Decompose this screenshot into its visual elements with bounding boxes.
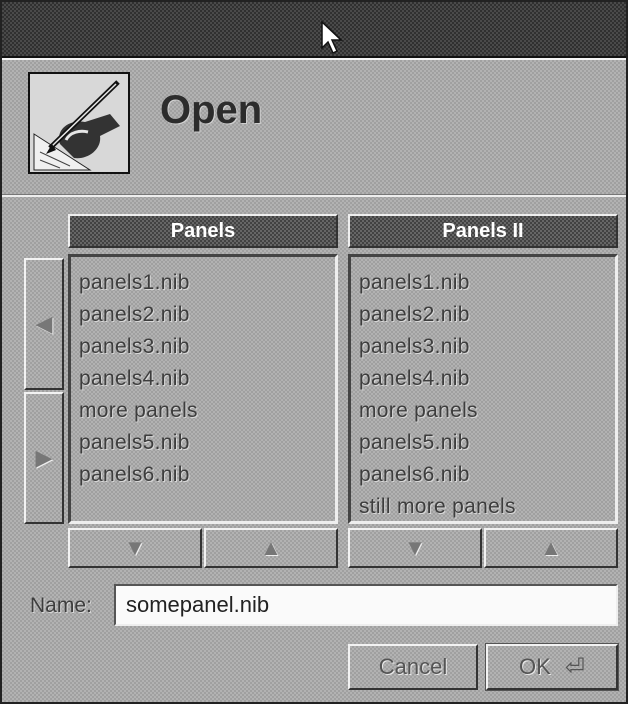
list-item[interactable]: panels4.nib [79, 363, 327, 395]
column-header-label: Panels II [442, 219, 524, 242]
right-arrow-icon: ▶ [35, 445, 53, 470]
browser-column-panels-ii[interactable]: panels1.nib panels2.nib panels3.nib pane… [348, 254, 618, 524]
list-item[interactable]: panels6.nib [79, 459, 327, 491]
left-arrow-icon: ◀ [35, 311, 53, 336]
column-header-label: Panels [170, 219, 236, 242]
scroll-right-button[interactable]: ▶ [24, 392, 64, 524]
down-arrow-icon: ▼ [404, 535, 426, 560]
list-item[interactable]: panels6.nib [359, 459, 607, 491]
ok-button[interactable]: OK ⏎ [485, 643, 619, 691]
up-arrow-icon: ▲ [540, 535, 562, 560]
up-arrow-icon: ▲ [260, 535, 282, 560]
list-item[interactable]: panels2.nib [79, 299, 327, 331]
cancel-button-label: Cancel [378, 654, 448, 679]
list-item[interactable]: more panels [359, 395, 607, 427]
browser-column-panels[interactable]: panels1.nib panels2.nib panels3.nib pane… [68, 254, 338, 524]
mouse-pointer-icon [321, 20, 343, 55]
open-dialog-window: Open ◀ ▶ Panels panels1.nib panels2.nib … [0, 0, 628, 704]
name-label: Name: [30, 594, 92, 617]
open-panel-icon [28, 72, 130, 174]
list-item[interactable]: panels3.nib [359, 331, 607, 363]
dialog-title: Open [160, 88, 263, 132]
list-item[interactable]: panels1.nib [359, 267, 607, 299]
list-item[interactable]: panels5.nib [359, 427, 607, 459]
ok-button-label: OK [519, 654, 551, 679]
scroll-left-button[interactable]: ◀ [24, 258, 64, 390]
column2-scroll-down-button[interactable]: ▼ [348, 528, 482, 568]
header-divider [2, 194, 626, 197]
name-input[interactable] [114, 584, 618, 626]
column-header-panels: Panels [68, 214, 338, 248]
column-header-panels-ii: Panels II [348, 214, 618, 248]
list-item[interactable]: panels1.nib [79, 267, 327, 299]
return-key-icon: ⏎ [564, 653, 585, 681]
list-item[interactable]: panels4.nib [359, 363, 607, 395]
list-item[interactable]: panels3.nib [79, 331, 327, 363]
column1-scroll-up-button[interactable]: ▲ [204, 528, 338, 568]
list-item[interactable]: panels5.nib [79, 427, 327, 459]
list-item[interactable]: panels2.nib [359, 299, 607, 331]
column1-scroll-down-button[interactable]: ▼ [68, 528, 202, 568]
down-arrow-icon: ▼ [124, 535, 146, 560]
list-item[interactable]: still more panels [359, 491, 607, 523]
list-item[interactable]: more panels [79, 395, 327, 427]
column2-scroll-up-button[interactable]: ▲ [484, 528, 618, 568]
cancel-button[interactable]: Cancel [348, 644, 478, 690]
title-bar[interactable] [2, 2, 626, 58]
